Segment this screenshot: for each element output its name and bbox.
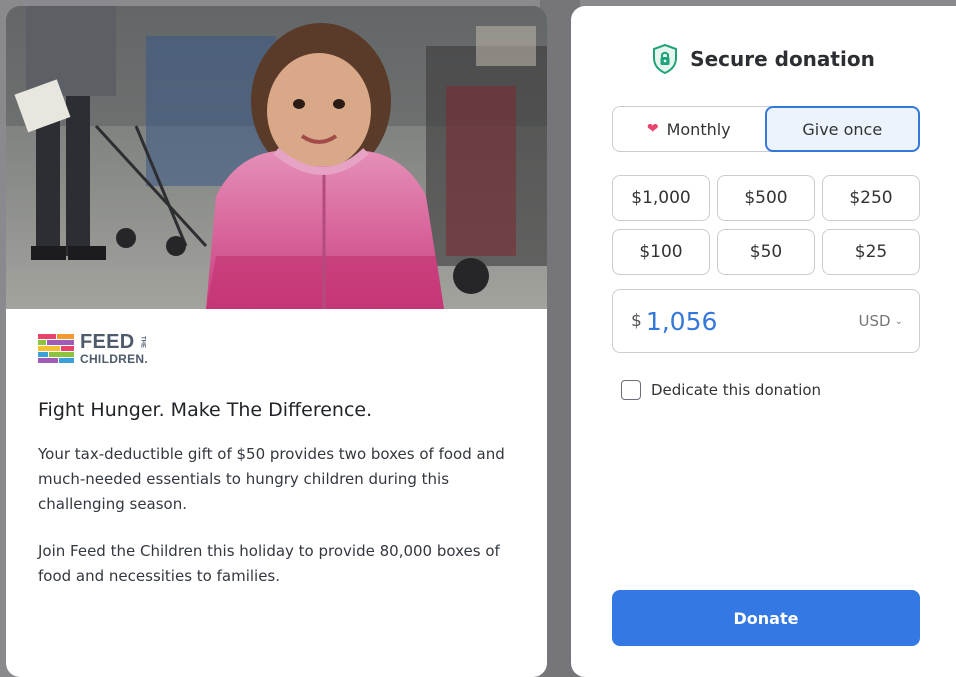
donation-header: Secure donation (571, 44, 956, 74)
amount-button-50[interactable]: $50 (717, 229, 815, 275)
brand-feed-text: FEED (80, 331, 135, 353)
monthly-label: Monthly (666, 119, 731, 139)
preset-amounts-grid: $1,000 $500 $250 $100 $50 $25 (612, 175, 920, 275)
monthly-option[interactable]: ❤ Monthly (613, 107, 765, 151)
amount-button-25[interactable]: $25 (822, 229, 920, 275)
currency-code: USD (858, 312, 891, 330)
brand-the-text: THE (139, 336, 146, 348)
story-title: Fight Hunger. Make The Difference. (38, 399, 373, 421)
hero-image (6, 6, 547, 309)
hero-photo-illustration (6, 6, 547, 309)
donation-title: Secure donation (690, 47, 875, 71)
story-paragraph-2: Join Feed the Children this holiday to p… (38, 542, 500, 585)
currency-symbol: $ (631, 311, 642, 331)
give-once-label: Give once (802, 119, 883, 139)
dedicate-option[interactable]: Dedicate this donation (621, 380, 821, 400)
story-paragraph-1: Your tax-deductible gift of $50 provides… (38, 445, 505, 513)
dedicate-checkbox[interactable] (621, 380, 641, 400)
shield-lock-icon (653, 44, 678, 74)
give-once-option[interactable]: Give once (764, 106, 920, 152)
story-body: Your tax-deductible gift of $50 provides… (38, 442, 508, 589)
feed-the-children-logo: FEED THE CHILDREN. (38, 332, 148, 365)
amount-button-100[interactable]: $100 (612, 229, 710, 275)
chevron-down-icon: ⌄ (894, 315, 903, 327)
brand-mark-icon (38, 333, 74, 363)
custom-amount-input[interactable] (645, 306, 816, 336)
brand-children-text: CHILDREN. (80, 352, 149, 366)
currency-select[interactable]: USD ⌄ (859, 312, 903, 330)
amount-button-250[interactable]: $250 (822, 175, 920, 221)
donate-button[interactable]: Donate (612, 590, 920, 646)
dedicate-label: Dedicate this donation (651, 381, 822, 399)
campaign-story-card: FEED THE CHILDREN. Fight Hunger. Make Th… (6, 6, 547, 677)
amount-button-500[interactable]: $500 (717, 175, 815, 221)
donation-form-card: Secure donation ❤ Monthly Give once $1,0… (571, 6, 956, 677)
custom-amount-field: $ USD ⌄ (612, 289, 920, 353)
amount-button-1000[interactable]: $1,000 (612, 175, 710, 221)
heart-icon: ❤ (646, 121, 659, 137)
frequency-toggle: ❤ Monthly Give once (612, 106, 920, 152)
